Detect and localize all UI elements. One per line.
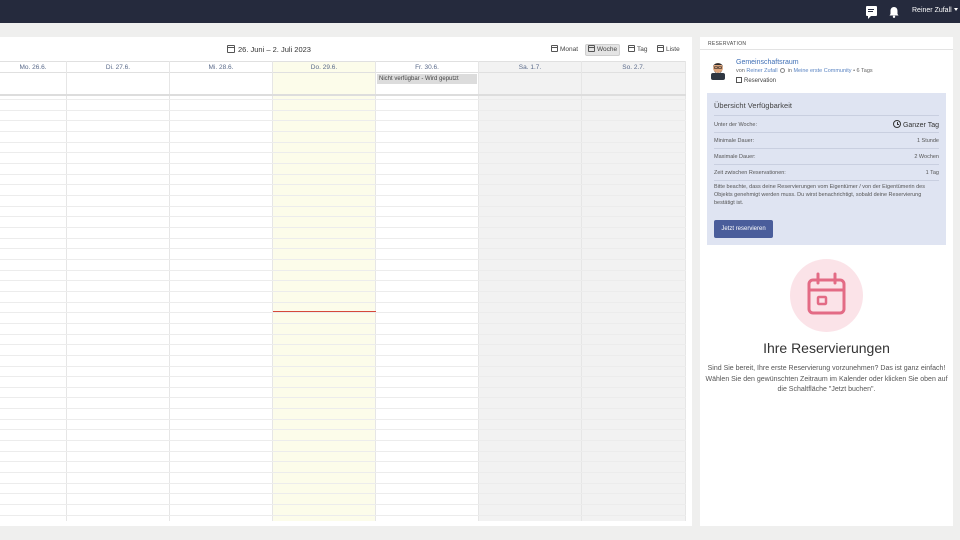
time-slot-line [0, 323, 686, 324]
time-slot-line [0, 334, 686, 335]
resource-title[interactable]: Gemeinschaftsraum [736, 59, 799, 66]
chat-icon[interactable] [866, 6, 877, 19]
availability-row: Maximale Dauer: 2 Wochen [714, 154, 939, 160]
list-icon [657, 45, 664, 52]
time-slot-line [0, 366, 686, 367]
time-slot-line [0, 451, 686, 452]
time-slot-line [0, 397, 686, 398]
chevron-down-icon [953, 8, 958, 11]
reservation-panel: RESERVATION Gemeinschaftsraum von Reiner… [700, 37, 953, 526]
top-navbar: Reiner Zufall [0, 0, 960, 23]
time-slot-line [0, 142, 686, 143]
time-slot-line [0, 174, 686, 175]
time-slot-line [0, 312, 686, 313]
time-slot-line [0, 387, 686, 388]
time-slot-line [0, 440, 686, 441]
user-menu[interactable]: Reiner Zufall [912, 7, 958, 14]
calendar-panel: 26. Juni – 2. Juli 2023 Monat Woche Tag … [0, 37, 692, 526]
time-slot-line [0, 227, 686, 228]
time-slot-line [0, 461, 686, 462]
time-slot-line [0, 110, 686, 111]
calendar-icon [227, 45, 235, 53]
resource-type: Reservation [736, 77, 776, 84]
calendar-event[interactable]: Nicht verfügbar - Wird geputzt [377, 74, 477, 84]
view-list-button[interactable]: Liste [655, 44, 682, 56]
day-header: Do. 29.6. [273, 61, 375, 73]
calendar-icon [807, 272, 846, 315]
calendar-week-icon [588, 45, 595, 52]
time-slot-line [0, 419, 686, 420]
availability-box: Übersicht Verfügbarkeit Unter der Woche:… [707, 93, 946, 245]
time-slot-line [0, 280, 686, 281]
time-slot-line [0, 344, 686, 345]
approval-note: Bitte beachte, dass deine Reservierungen… [714, 184, 925, 206]
week-grid[interactable]: Mo. 26.6. Di. 27.6. Mi. 28.6. Do. 29.6. … [0, 61, 686, 526]
day-header: Mi. 28.6. [170, 61, 272, 73]
bell-icon[interactable] [887, 5, 901, 19]
community-link[interactable]: Meine erste Community [793, 68, 851, 74]
owner-link[interactable]: Reiner Zufall [746, 68, 777, 74]
availability-title: Übersicht Verfügbarkeit [714, 101, 792, 110]
time-slot-line [0, 131, 686, 132]
resource-meta: von Reiner Zufall in Meine erste Communi… [736, 68, 873, 74]
time-slot-line [0, 184, 686, 185]
time-slot-line [0, 376, 686, 377]
day-header: So. 2.7. [582, 61, 685, 73]
time-slot-line [0, 472, 686, 473]
divider [714, 148, 939, 149]
day-header: Sa. 1.7. [479, 61, 581, 73]
calendar-month-icon [551, 45, 558, 52]
divider [714, 180, 939, 181]
calendar-check-icon [736, 77, 742, 83]
time-slot-line [0, 515, 686, 516]
time-slot-line [0, 504, 686, 505]
time-slot-line [0, 99, 686, 100]
verified-icon [780, 68, 786, 73]
clock-icon [892, 120, 901, 128]
time-slot-line [0, 408, 686, 409]
empty-state-text: Sind Sie bereit, Ihre erste Reservierung… [705, 365, 948, 393]
time-slot-line [0, 216, 686, 217]
availability-row: Minimale Dauer: 1 Stunde [714, 138, 939, 144]
time-slot-line [0, 120, 686, 121]
avatar[interactable] [710, 60, 726, 80]
time-slot-line [0, 206, 686, 207]
tags-count[interactable]: • 6 Tags [853, 68, 873, 74]
view-day-button[interactable]: Tag [626, 44, 649, 56]
empty-state-icon-circle [790, 259, 863, 332]
date-range-title[interactable]: 26. Juni – 2. Juli 2023 [227, 45, 311, 54]
view-month-button[interactable]: Monat [549, 44, 580, 56]
time-slot-line [0, 291, 686, 292]
divider [714, 132, 939, 133]
time-slot-line [0, 238, 686, 239]
availability-row: Unter der Woche: Ganzer Tag [714, 120, 939, 129]
availability-row: Zeit zwischen Reservationen: 1 Tag [714, 170, 939, 176]
time-slot-line [0, 195, 686, 196]
divider [714, 164, 939, 165]
time-slot-line [0, 163, 686, 164]
time-slot-line [0, 355, 686, 356]
calendar-day-icon [628, 45, 635, 52]
all-day-divider [0, 94, 686, 96]
time-slot-line [0, 429, 686, 430]
day-header: Fr. 30.6. [376, 61, 478, 73]
time-slot-line [0, 483, 686, 484]
day-header: Mo. 26.6. [0, 61, 66, 73]
time-slot-line [0, 493, 686, 494]
view-week-button[interactable]: Woche [585, 44, 621, 56]
user-name: Reiner Zufall [912, 7, 952, 14]
reserve-now-button[interactable]: Jetzt reservieren [714, 220, 773, 238]
time-slot-line [0, 259, 686, 260]
time-slot-line [0, 270, 686, 271]
time-slot-line [0, 248, 686, 249]
divider [714, 115, 939, 116]
time-slot-line [0, 152, 686, 153]
time-slot-line [0, 302, 686, 303]
panel-header: RESERVATION [700, 37, 953, 50]
empty-state-title: Ihre Reservierungen [763, 340, 890, 356]
day-header: Di. 27.6. [67, 61, 169, 73]
